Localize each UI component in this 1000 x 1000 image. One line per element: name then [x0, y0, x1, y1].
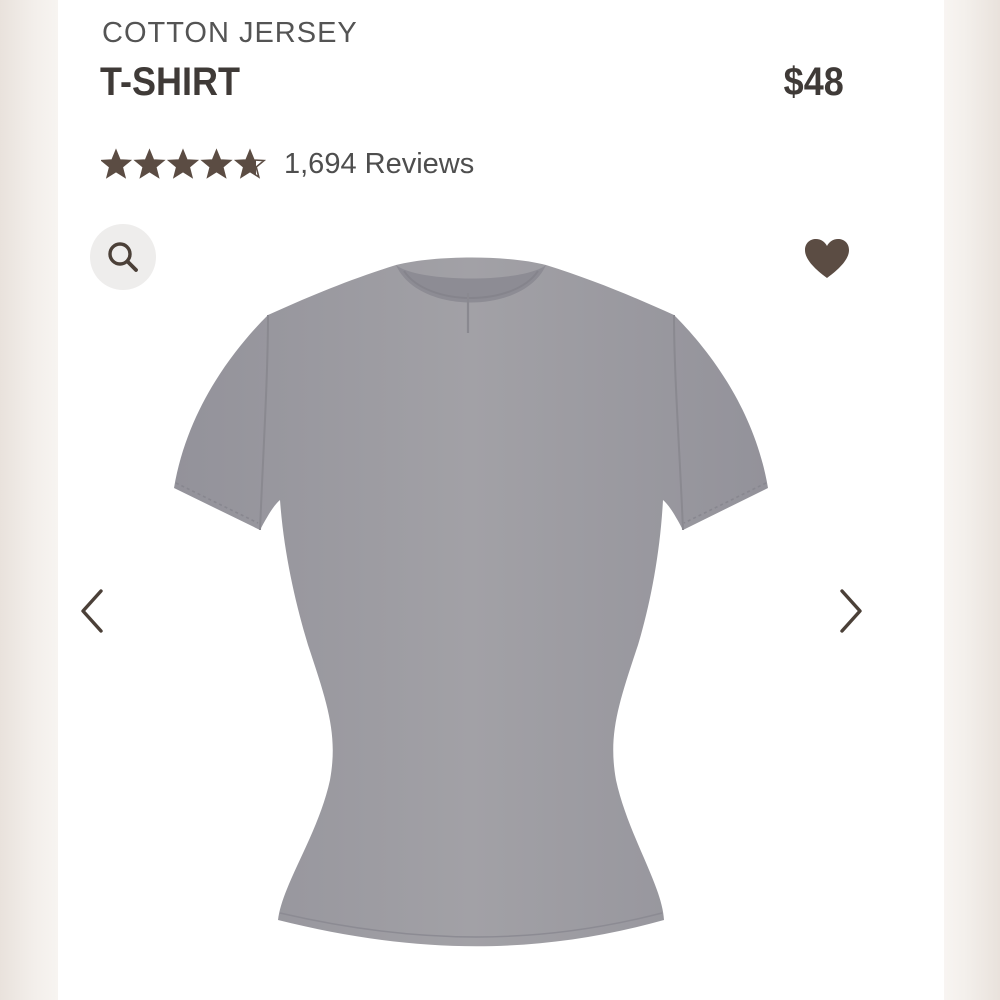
product-card: COTTON JERSEY T-SHIRT $48 1,694 Reviews	[58, 0, 944, 1000]
product-price: $48	[783, 60, 844, 104]
search-icon	[108, 242, 138, 272]
next-image-button[interactable]	[834, 588, 868, 634]
rating-star	[202, 150, 231, 177]
left-backdrop	[0, 0, 58, 1000]
rating-star	[135, 150, 164, 177]
rating-star	[169, 150, 197, 177]
product-subtitle: COTTON JERSEY	[102, 17, 358, 49]
rating-star	[102, 150, 130, 177]
chevron-right-icon	[840, 589, 862, 633]
heart-icon	[805, 239, 849, 278]
product-image	[174, 257, 768, 947]
wishlist-button[interactable]	[804, 238, 850, 280]
previous-image-button[interactable]	[75, 588, 109, 634]
chevron-left-icon	[81, 589, 103, 633]
reviews-count[interactable]: 1,694 Reviews	[284, 148, 474, 181]
zoom-button[interactable]	[90, 224, 156, 290]
star-rating[interactable]	[101, 147, 267, 181]
product-title: T-SHIRT	[100, 60, 240, 104]
right-backdrop	[944, 0, 1000, 1000]
